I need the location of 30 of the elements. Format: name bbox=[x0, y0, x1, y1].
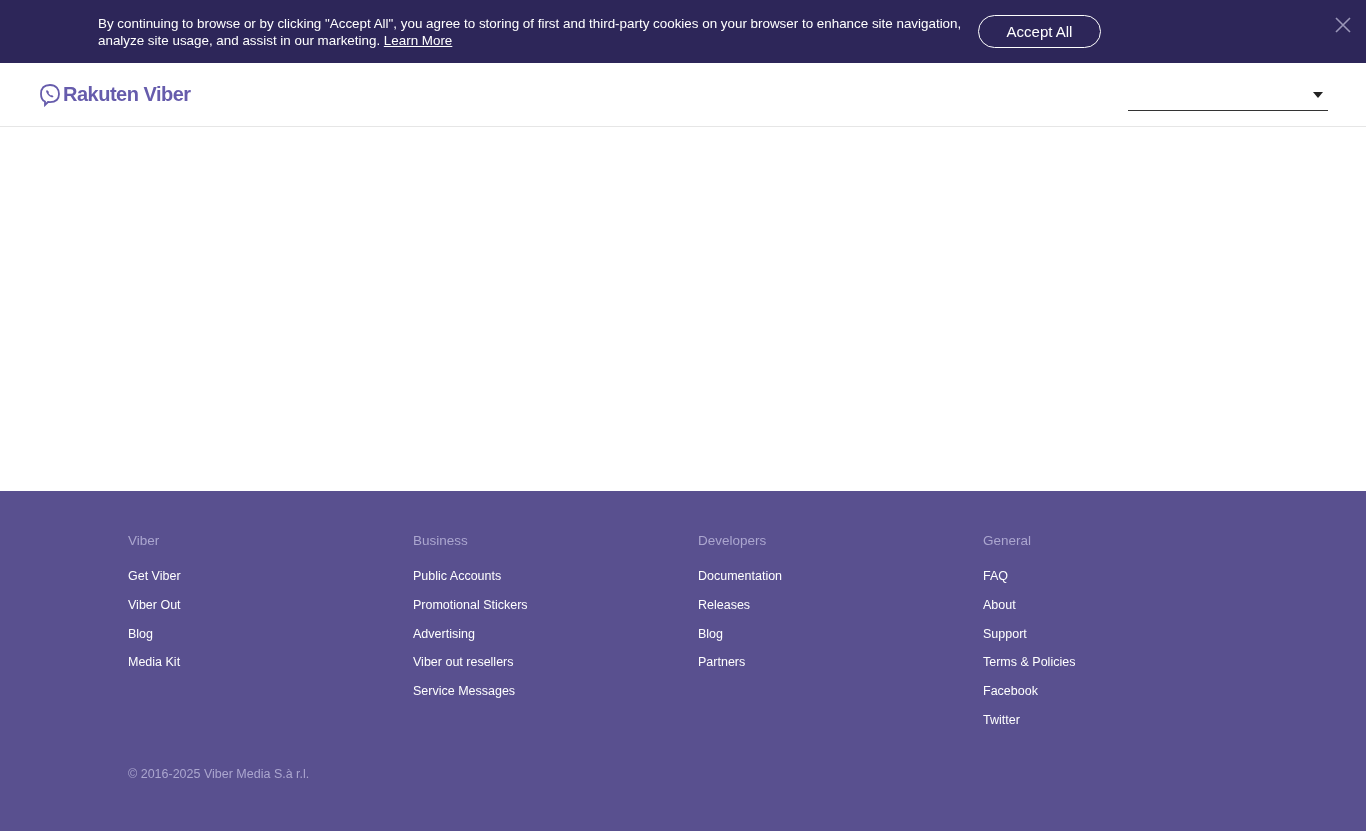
cookie-notice-text: By continuing to browse or by clicking "Accept All", you agree to storing of first and third-party cookies on your browser to enhance site navigation, analyze site usage, and assist in our marketing. Learn More bbox=[98, 14, 963, 49]
footer-link[interactable]: Viber out resellers bbox=[413, 654, 514, 671]
footer-link[interactable]: Releases bbox=[698, 596, 751, 613]
caret-icon bbox=[1313, 92, 1323, 98]
copyright-text: © 2016-2025 Viber Media S.à r.l. bbox=[128, 766, 311, 781]
footer-link[interactable]: Viber Out bbox=[128, 596, 181, 613]
footer-link[interactable]: Service Messages bbox=[413, 683, 516, 700]
footer-link[interactable]: Twitter bbox=[983, 712, 1020, 728]
footer-link[interactable]: Partners bbox=[698, 654, 746, 671]
footer-link[interactable]: Promotional Stickers bbox=[413, 596, 528, 613]
footer-heading: Developers bbox=[698, 533, 767, 548]
footer-link[interactable]: FAQ bbox=[983, 568, 1008, 584]
footer-link[interactable]: Blog bbox=[698, 625, 724, 642]
phone-bubble-icon bbox=[39, 82, 61, 107]
footer-link[interactable]: Support bbox=[983, 625, 1027, 642]
close-icon[interactable] bbox=[1334, 16, 1352, 34]
footer-link[interactable]: Advertising bbox=[413, 625, 475, 642]
footer-link[interactable]: Public Accounts bbox=[413, 568, 502, 584]
logo-wordmark[interactable]: Rakuten Viber bbox=[63, 83, 191, 106]
footer-link[interactable]: Terms & Policies bbox=[983, 654, 1076, 671]
footer-link[interactable]: Blog bbox=[128, 625, 154, 642]
learn-more-link[interactable]: Learn More bbox=[383, 32, 453, 48]
footer-link[interactable]: Documentation bbox=[698, 568, 783, 584]
footer-link[interactable]: Get Viber bbox=[128, 568, 181, 584]
footer-heading: General bbox=[983, 533, 1032, 548]
footer-link[interactable]: About bbox=[983, 596, 1016, 613]
footer-heading: Business bbox=[413, 533, 468, 548]
footer-heading: Viber bbox=[128, 533, 160, 548]
footer-link[interactable]: Media Kit bbox=[128, 654, 181, 671]
footer-link[interactable]: Facebook bbox=[983, 683, 1038, 700]
